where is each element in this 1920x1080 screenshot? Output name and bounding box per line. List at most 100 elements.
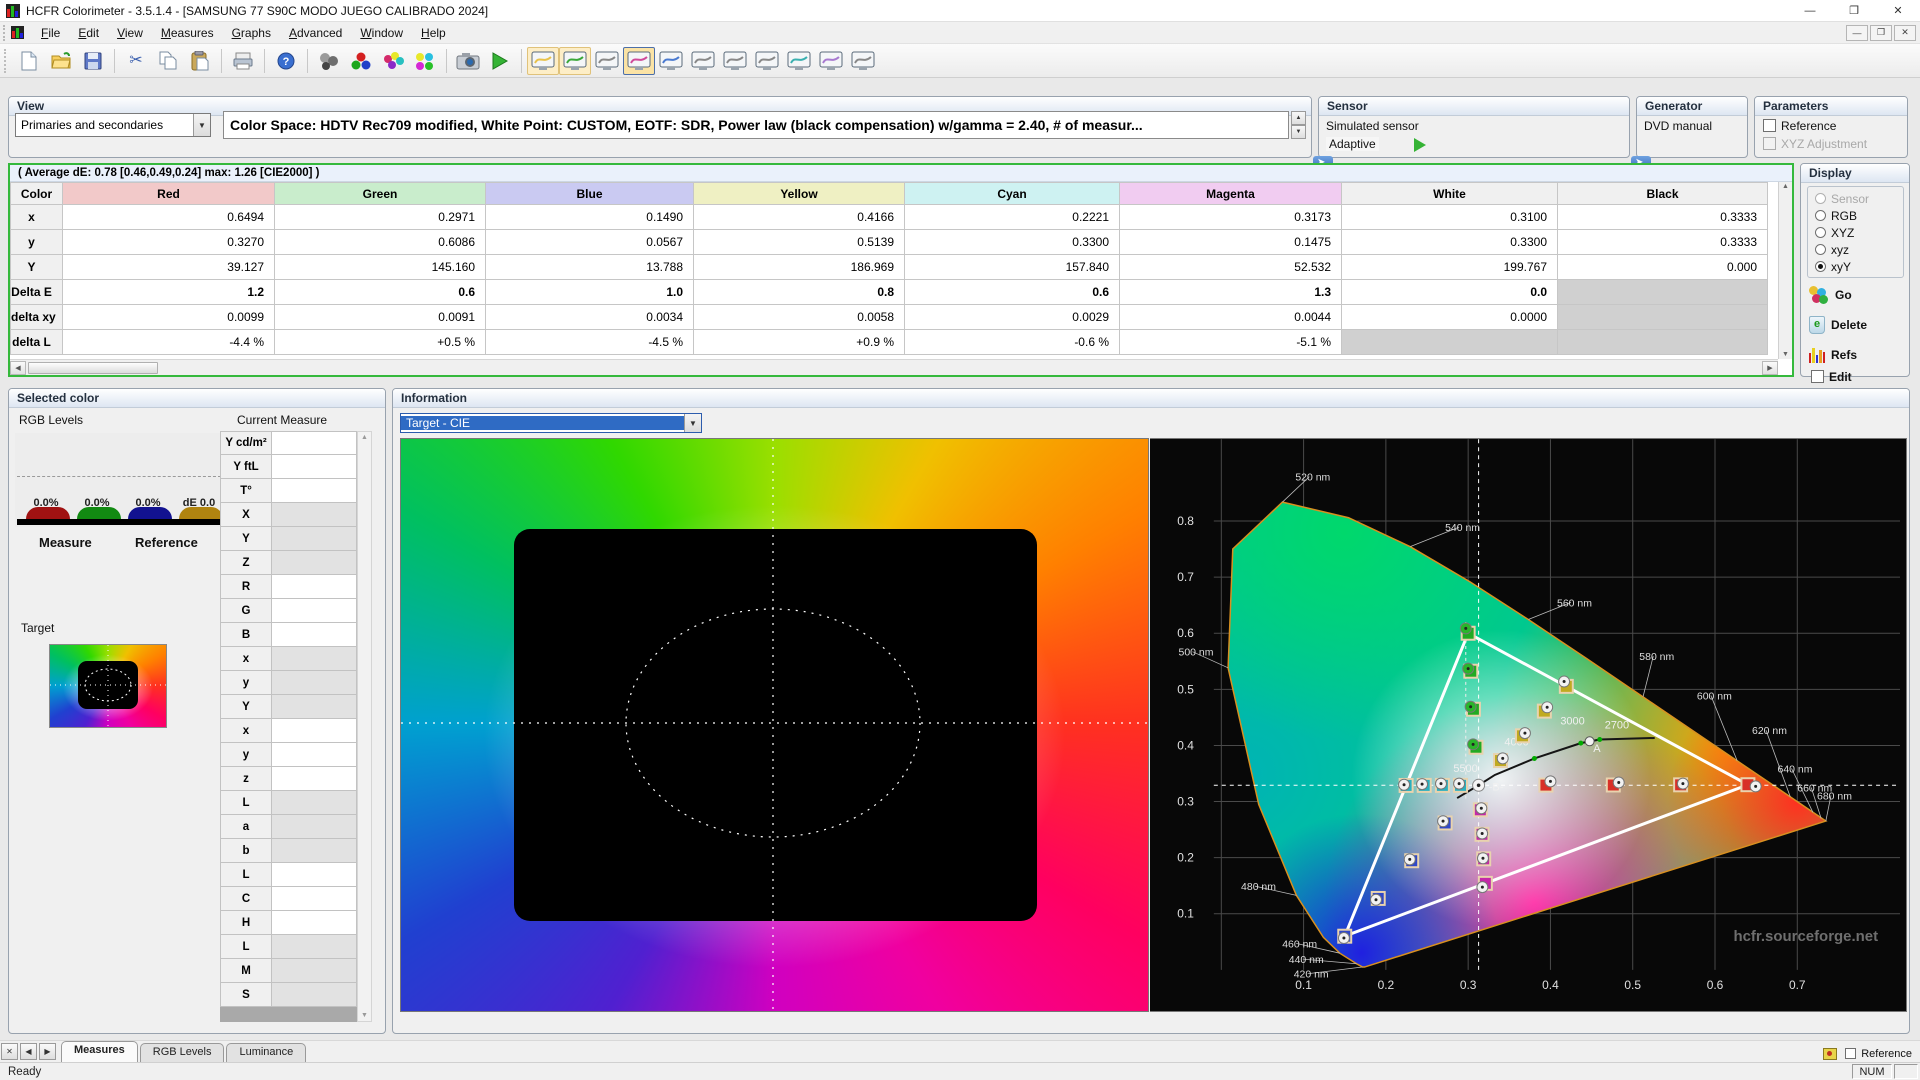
information-panel: Information Target - CIE ▼ 0.10.20.	[392, 388, 1910, 1034]
tab-rgb-levels[interactable]: RGB Levels	[140, 1043, 225, 1062]
edit-checkbox[interactable]: Edit	[1811, 370, 1852, 384]
chart-view-button-7[interactable]	[719, 47, 751, 75]
menu-help[interactable]: Help	[412, 23, 455, 43]
reference-toggle-box[interactable]	[1845, 1048, 1856, 1059]
view-mode-select[interactable]: Primaries and secondaries ▼	[15, 113, 211, 137]
new-document-icon[interactable]	[13, 47, 45, 75]
reference-toggle[interactable]: Reference	[1845, 1048, 1912, 1060]
target-thumbnail-overlay	[50, 645, 168, 729]
save-icon[interactable]	[77, 47, 109, 75]
table-cell: -4.4 %	[63, 330, 275, 355]
chart-view-button-6[interactable]	[687, 47, 719, 75]
edit-checkbox-box[interactable]	[1811, 370, 1824, 383]
tab-luminance[interactable]: Luminance	[226, 1043, 306, 1062]
grid-vertical-scrollbar[interactable]: ▲▼	[1778, 182, 1792, 359]
chart-view-button-10[interactable]	[815, 47, 847, 75]
copy-icon[interactable]	[152, 47, 184, 75]
refs-button[interactable]: Refs	[1809, 342, 1905, 368]
measure-row: Y cd/m²	[220, 431, 357, 455]
mdi-restore-button[interactable]: ❐	[1870, 25, 1892, 41]
chart-view-button-5[interactable]	[655, 47, 687, 75]
row-label-delta-e: Delta E	[11, 280, 63, 305]
num-lock-indicator: NUM	[1852, 1064, 1892, 1079]
cut-icon[interactable]: ✂	[120, 47, 152, 75]
chevron-down-icon[interactable]: ▼	[193, 114, 210, 136]
wavelength-label: 480 nm	[1241, 882, 1276, 893]
radio-dot-xyz[interactable]	[1815, 244, 1826, 255]
chart-view-button-9[interactable]	[783, 47, 815, 75]
measure-row-value	[272, 959, 357, 983]
menu-graphs[interactable]: Graphs	[223, 23, 280, 43]
radio-xyz[interactable]: xyz	[1815, 241, 1903, 258]
table-cell: 1.0	[486, 280, 694, 305]
close-button[interactable]: ✕	[1876, 0, 1920, 22]
menu-view[interactable]: View	[108, 23, 152, 43]
camera-icon[interactable]	[452, 47, 484, 75]
menu-edit[interactable]: Edit	[69, 23, 108, 43]
mdi-close-button[interactable]: ✕	[1894, 25, 1916, 41]
chart-view-button-4[interactable]	[623, 47, 655, 75]
radio-xyz[interactable]: XYZ	[1815, 224, 1903, 241]
svg-text:0.7: 0.7	[1789, 978, 1806, 992]
start-measure-icon[interactable]	[484, 47, 516, 75]
radio-rgb[interactable]: RGB	[1815, 207, 1903, 224]
delete-button[interactable]: Delete	[1809, 312, 1905, 338]
table-cell: 0.6086	[275, 230, 486, 255]
help-icon[interactable]: ?	[270, 47, 302, 75]
measure-row-label: B	[220, 623, 272, 647]
chart-view-button-8[interactable]	[751, 47, 783, 75]
rgb-balls-icon[interactable]	[345, 47, 377, 75]
information-view-value: Target - CIE	[401, 416, 684, 430]
chart-view-button-3[interactable]	[591, 47, 623, 75]
menu-window[interactable]: Window	[351, 23, 412, 43]
measure-row-value	[272, 479, 357, 503]
tab-close-icon[interactable]: ✕	[1, 1043, 18, 1060]
scroll-right-icon[interactable]: ▶	[1762, 361, 1778, 375]
sensor-run-icon[interactable]	[1414, 138, 1426, 152]
open-folder-icon[interactable]	[45, 47, 77, 75]
print-icon[interactable]	[227, 47, 259, 75]
scroll-thumb[interactable]	[28, 362, 158, 374]
delete-button-label: Delete	[1831, 318, 1867, 332]
paste-icon[interactable]	[184, 47, 216, 75]
tab-prev-icon[interactable]: ◀	[20, 1043, 37, 1060]
mdi-minimize-button[interactable]: —	[1846, 25, 1868, 41]
radio-dot-xyy[interactable]	[1815, 261, 1826, 272]
chart-view-button-2[interactable]	[559, 47, 591, 75]
watermark: hcfr.sourceforge.net	[1733, 928, 1878, 945]
info-spinner[interactable]: ▲▼	[1291, 111, 1306, 139]
tab-measures[interactable]: Measures	[61, 1041, 138, 1062]
generator-panel-header: Generator	[1637, 97, 1747, 116]
menu-measures[interactable]: Measures	[152, 23, 223, 43]
maximize-button[interactable]: ❐	[1832, 0, 1876, 22]
color-palette-icon[interactable]	[377, 47, 409, 75]
current-measure-scrollbar[interactable]: ▲▼	[357, 431, 372, 1022]
reference-checkbox[interactable]: Reference	[1763, 119, 1836, 133]
information-view-select[interactable]: Target - CIE ▼	[400, 413, 702, 433]
chevron-down-icon[interactable]: ▼	[684, 414, 701, 432]
minimize-button[interactable]: —	[1788, 0, 1832, 22]
menu-advanced[interactable]: Advanced	[280, 23, 351, 43]
measure-row-value	[272, 599, 357, 623]
color-palette-alt-icon[interactable]	[409, 47, 441, 75]
table-cell: 0.0	[1342, 280, 1558, 305]
delete-icon	[1809, 316, 1825, 334]
radio-dot-rgb[interactable]	[1815, 210, 1826, 221]
radio-xyy[interactable]: xyY	[1815, 258, 1903, 275]
radio-dot-xyz[interactable]	[1815, 227, 1826, 238]
go-button[interactable]: Go	[1809, 282, 1905, 308]
xyz-adjustment-checkbox-box	[1763, 137, 1776, 150]
wavelength-label: 520 nm	[1295, 473, 1330, 484]
column-header-green: Green	[275, 183, 486, 205]
scroll-left-icon[interactable]: ◀	[10, 361, 26, 375]
sensor-balls-gray-icon[interactable]	[313, 47, 345, 75]
chart-view-button-1[interactable]	[527, 47, 559, 75]
menu-file[interactable]: File	[32, 23, 69, 43]
table-cell: -4.5 %	[486, 330, 694, 355]
reference-checkbox-box[interactable]	[1763, 119, 1776, 132]
grid-horizontal-scrollbar[interactable]: ◀ ▶	[10, 359, 1778, 375]
blue-bar	[128, 507, 172, 519]
tab-next-icon[interactable]: ▶	[39, 1043, 56, 1060]
table-cell: 0.0029	[905, 305, 1120, 330]
chart-view-button-11[interactable]	[847, 47, 879, 75]
